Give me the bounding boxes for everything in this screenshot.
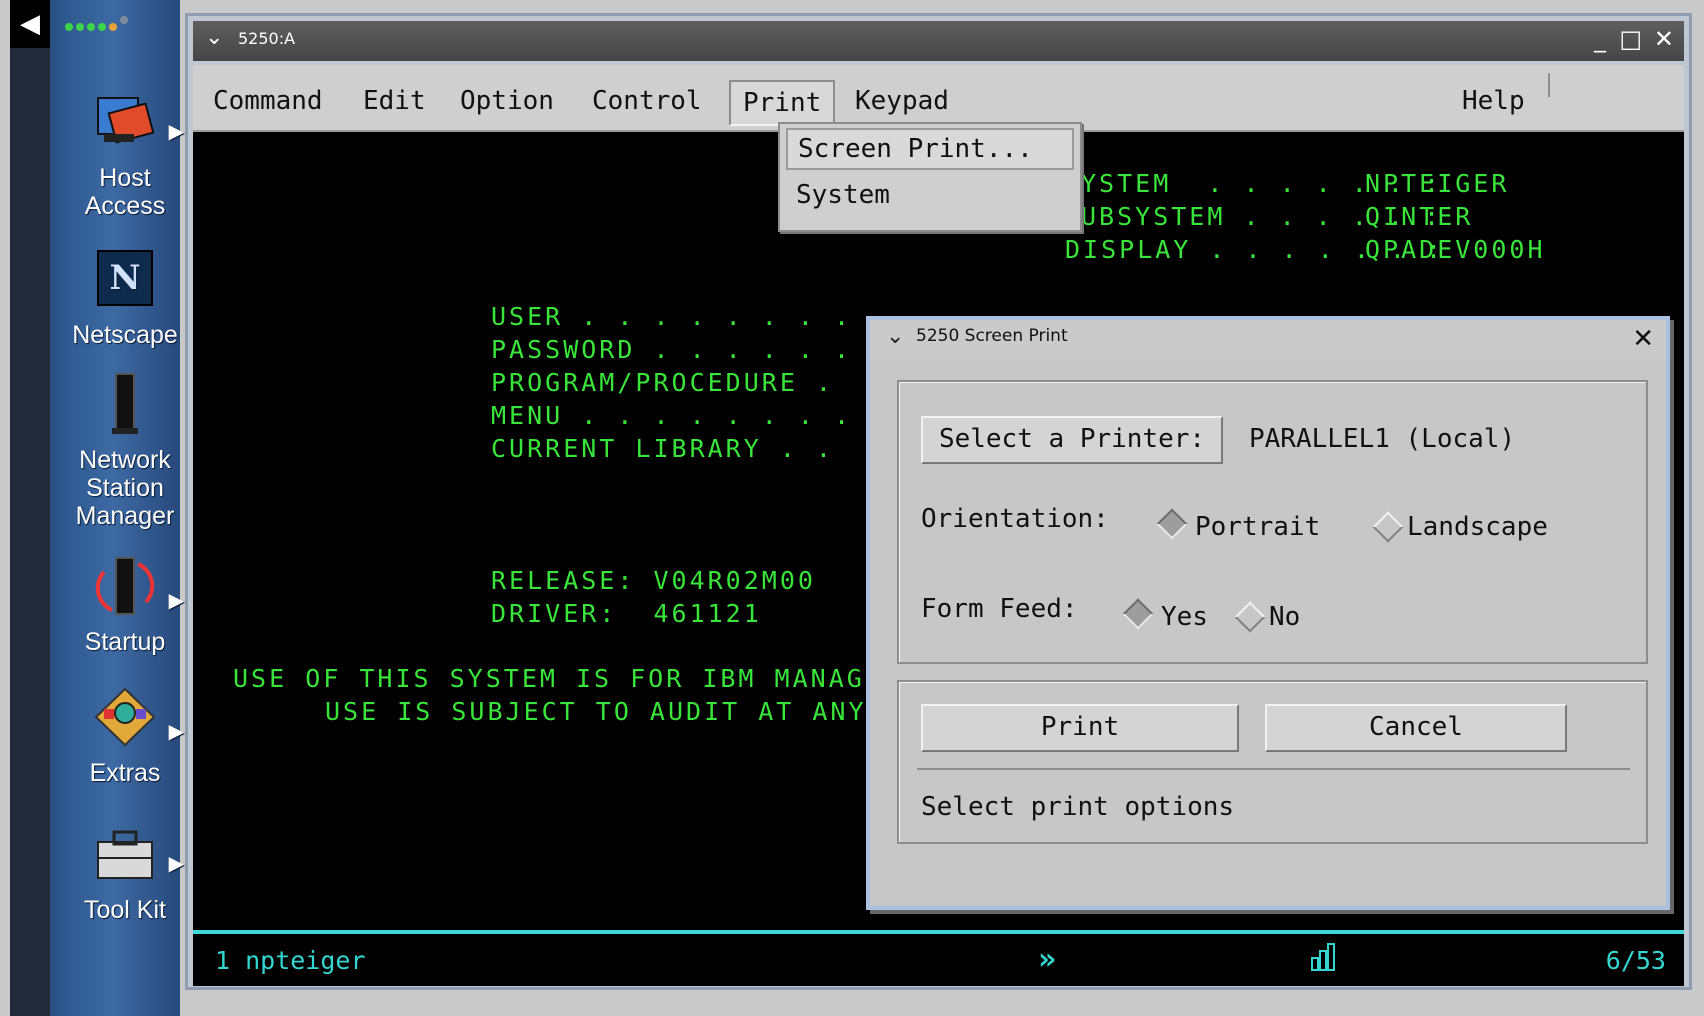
launcher-label: Manager [75,502,175,530]
window-menu-chevron-icon[interactable]: ⌄ [205,25,223,50]
system-value: NPTEIGER [1365,169,1510,198]
menu-command[interactable]: Command [201,80,335,122]
host-access-icon [90,88,160,158]
launcher-label: Network [79,446,171,474]
cancel-button[interactable]: Cancel [1265,704,1567,752]
screen-print-dialog: ⌄ 5250 Screen Print ✕ Select a Printer: … [866,316,1670,910]
launcher-host-access[interactable]: ▶ Host Access [60,88,190,220]
launcher-label: Netscape [72,321,178,349]
user-field-label: USER . . . . . . . . [491,302,853,331]
subsystem-value: QINTER [1365,202,1474,231]
netscape-icon: N [90,245,160,315]
launcher-label: Extras [89,759,161,787]
desktop-sidebar: ◀ ▶ Host Access N Netscape Network Stati… [10,0,184,1016]
svg-text:N: N [109,258,140,298]
menu-item-screen-print[interactable]: Screen Print... [786,128,1074,170]
select-printer-button[interactable]: Select a Printer: [921,416,1223,464]
landscape-radio-icon[interactable] [1372,511,1404,543]
dialog-close-icon[interactable]: ✕ [1632,324,1654,354]
dialog-title: 5250 Screen Print [916,326,1068,346]
launcher-label: Startup [84,628,166,656]
portrait-radio-icon[interactable] [1156,508,1188,540]
status-dots [65,16,175,32]
submenu-arrow-icon: ▶ [168,590,184,612]
launcher-startup[interactable]: ▶ Startup [60,552,190,656]
launcher-netscape[interactable]: N Netscape [60,245,190,349]
cursor-position: 6/53 [1605,946,1666,975]
landscape-option[interactable]: Landscape [1407,512,1548,542]
launcher-label: Host [99,164,151,192]
input-inhibited-icon: » [1038,942,1057,977]
library-field-label: CURRENT LIBRARY . . [491,434,834,463]
menu-help[interactable]: Help [1450,80,1537,122]
startup-icon [90,552,160,622]
dialog-titlebar: ⌄ 5250 Screen Print ✕ [870,320,1666,360]
form-feed-label: Form Feed: [921,594,1078,624]
release-line: RELEASE: V04R02M00 [491,566,816,595]
launcher-extras[interactable]: ▶ Extras [60,683,190,787]
submenu-arrow-icon: ▶ [168,121,184,143]
window-titlebar: ⌄ 5250:A _ □ ✕ [193,21,1684,61]
menu-keypad[interactable]: Keypad [843,80,961,122]
dialog-status-text: Select print options [921,792,1235,822]
maximize-icon[interactable]: □ [1619,25,1642,53]
collapse-arrow-icon[interactable]: ◀ [10,0,50,48]
close-icon[interactable]: ✕ [1654,25,1674,53]
extras-icon [90,683,160,753]
print-button[interactable]: Print [921,704,1239,752]
program-field-label: PROGRAM/PROCEDURE . [491,368,834,397]
menu-separator [1548,73,1550,97]
options-panel: Select a Printer: PARALLEL1 (Local) Orie… [897,380,1648,664]
driver-line: DRIVER: 461121 [491,599,762,628]
yes-option[interactable]: Yes [1161,602,1208,632]
print-menu-dropdown: Screen Print... System [778,122,1082,232]
yes-radio-icon[interactable] [1122,598,1154,630]
notice-line-1: USE OF THIS SYSTEM IS FOR IBM MANAG [233,664,865,693]
actions-panel: Print Cancel Select print options [897,680,1648,844]
status-bar: 1 npteiger » 6/53 [193,934,1684,986]
portrait-option[interactable]: Portrait [1195,512,1320,542]
launcher-label: Station [86,474,164,502]
toolkit-icon [90,820,160,890]
menu-field-label: MENU . . . . . . . . [491,401,853,430]
network-station-icon [90,370,160,440]
sidebar-stripe [10,0,50,1016]
menu-item-system[interactable]: System [786,176,900,214]
display-value: QPADEV000H [1365,235,1546,264]
dialog-menu-chevron-icon[interactable]: ⌄ [886,324,904,349]
launcher-tool-kit[interactable]: ▶ Tool Kit [60,820,190,924]
password-field-label: PASSWORD . . . . . . [491,335,853,364]
minimize-icon[interactable]: _ [1594,25,1606,53]
menu-control[interactable]: Control [580,80,714,122]
launcher-label: Access [84,192,166,220]
no-option[interactable]: No [1269,602,1300,632]
menu-option[interactable]: Option [448,80,566,122]
printer-value: PARALLEL1 (Local) [1249,424,1516,454]
no-radio-icon[interactable] [1234,601,1266,633]
launcher-network-station-manager[interactable]: Network Station Manager [60,370,190,530]
launcher-label: Tool Kit [84,896,166,924]
submenu-arrow-icon: ▶ [168,853,184,875]
window-title: 5250:A [238,29,296,48]
orientation-label: Orientation: [921,504,1109,534]
signal-bars-icon [1310,942,1336,971]
notice-line-2: USE IS SUBJECT TO AUDIT AT ANY [325,697,867,726]
panel-divider [917,768,1630,770]
submenu-arrow-icon: ▶ [168,721,184,743]
menu-edit[interactable]: Edit [351,80,438,122]
menu-print[interactable]: Print [729,80,836,126]
session-label: 1 npteiger [215,946,366,975]
